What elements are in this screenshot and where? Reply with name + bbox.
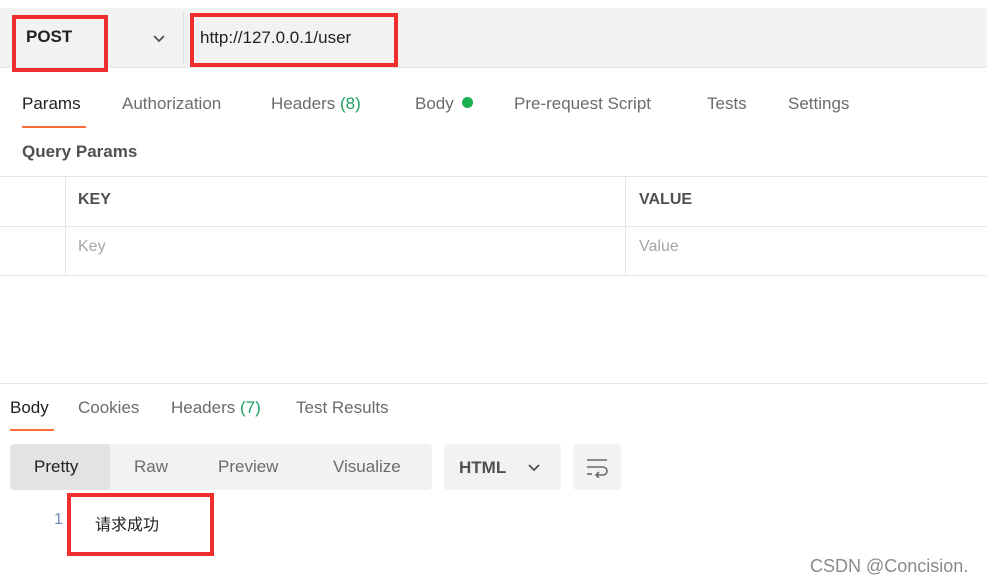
tab-settings[interactable]: Settings (788, 94, 849, 114)
table-border (0, 226, 987, 227)
response-tab-headers[interactable]: Headers (7) (171, 398, 261, 418)
tab-label: Test Results (296, 398, 389, 417)
tab-tests[interactable]: Tests (707, 94, 747, 114)
status-dot-icon (461, 97, 473, 108)
tab-label: Body (415, 94, 454, 113)
tab-label: Headers (271, 94, 336, 113)
headers-count: (7) (240, 398, 261, 417)
line-number: 1 (54, 511, 63, 528)
watermark: CSDN @Concision. (810, 556, 969, 576)
tab-label: Cookies (78, 398, 140, 417)
table-border (65, 176, 66, 276)
tab-pre-request-script[interactable]: Pre-request Script (514, 94, 651, 114)
response-tab-body[interactable]: Body (10, 398, 49, 418)
table-border (0, 275, 987, 276)
tab-label: Params (22, 94, 81, 113)
value-input[interactable]: Value (639, 238, 679, 256)
tab-label: Authorization (122, 94, 222, 113)
query-params-title: Query Params (22, 142, 138, 161)
active-tab-indicator (10, 429, 54, 431)
tab-label: Pre-request Script (514, 94, 651, 113)
pane-divider[interactable] (0, 383, 987, 384)
key-input[interactable]: Key (78, 238, 106, 256)
active-tab-indicator (22, 126, 86, 128)
chevron-down-icon[interactable] (150, 30, 168, 48)
view-mode-pretty[interactable]: Pretty (34, 457, 78, 477)
wrap-lines-icon[interactable] (585, 456, 609, 478)
divider (183, 12, 184, 64)
tab-params[interactable]: Params (22, 94, 81, 114)
tab-headers[interactable]: Headers (8) (271, 94, 361, 114)
column-header-value: VALUE (639, 191, 693, 208)
tab-body[interactable]: Body (415, 94, 473, 114)
tab-label: Settings (788, 94, 850, 113)
headers-count: (8) (340, 94, 361, 113)
highlight-box-response (67, 493, 214, 556)
request-bar (0, 8, 987, 68)
tab-authorization[interactable]: Authorization (122, 94, 221, 114)
format-selected[interactable]: HTML (459, 458, 506, 478)
view-mode-preview[interactable]: Preview (218, 457, 278, 477)
column-header-key: KEY (78, 191, 111, 208)
tab-label: Tests (707, 94, 747, 113)
tab-label: Body (10, 398, 49, 417)
tab-label: Headers (171, 398, 236, 417)
response-tab-test-results[interactable]: Test Results (296, 398, 389, 418)
table-border (625, 176, 626, 276)
view-mode-visualize[interactable]: Visualize (333, 457, 401, 477)
highlight-box-url (190, 13, 398, 67)
chevron-down-icon[interactable] (526, 460, 542, 476)
table-border (0, 176, 987, 177)
response-tab-cookies[interactable]: Cookies (78, 398, 139, 418)
view-mode-raw[interactable]: Raw (134, 457, 168, 477)
highlight-box-method (12, 15, 108, 72)
